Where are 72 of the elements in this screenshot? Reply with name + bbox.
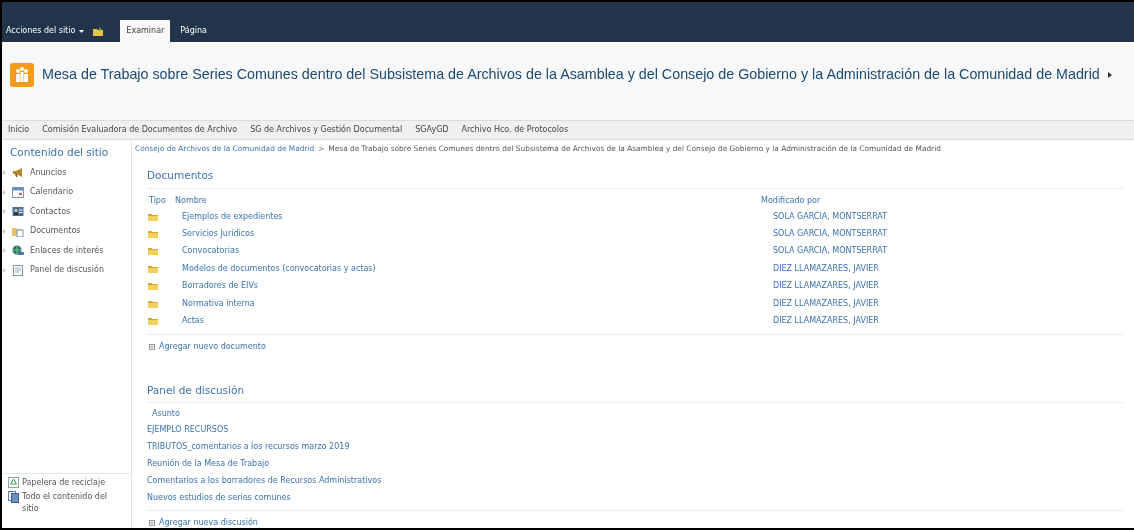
calendar-icon (12, 186, 24, 198)
user-link[interactable]: DIEZ LLAMAZARES, JAVIER (773, 297, 879, 310)
site-logo-icon (10, 63, 34, 87)
folder-icon[interactable] (92, 26, 105, 37)
top-nav-link[interactable]: Inicio (8, 124, 30, 136)
document-link[interactable]: Ejemplos de expedientes (171, 210, 773, 223)
discussion-link[interactable]: Comentarios a los borradores de Recursos Administrativos (147, 472, 382, 490)
folder-icon (148, 229, 158, 238)
site-content-icon (8, 491, 19, 503)
site-actions-menu[interactable]: Acciones del sitio (6, 20, 85, 42)
ribbon-tab[interactable]: Página (174, 20, 213, 42)
document-library-icon (12, 225, 24, 237)
folder-icon (148, 299, 158, 308)
site-title: Mesa de Trabajo sobre Series Comunes dentro del Subsistema de Archivos de la Asamblea y del Consejo de Gobierno y la Administración de la Comunidad de Madrid (42, 65, 1100, 85)
user-link[interactable]: SOLA GARCIA, MONTSERRAT (773, 227, 888, 240)
user-link[interactable]: DIEZ LLAMAZARES, JAVIER (773, 262, 879, 275)
quick-launch-link[interactable]: Anuncios (30, 166, 67, 179)
recycle-bin-icon (8, 477, 19, 488)
discussion-link[interactable]: Reunión de la Mesa de Trabajo (147, 455, 270, 473)
discussion-link[interactable]: EJEMPLO RECURSOS (147, 421, 229, 439)
quick-launch-link[interactable]: Calendario (30, 186, 74, 198)
folder-icon (148, 316, 158, 325)
user-link[interactable]: DIEZ LLAMAZARES, JAVIER (773, 280, 879, 293)
document-link[interactable]: Normativa interna (171, 297, 773, 310)
document-link[interactable]: Convocatorias (171, 245, 773, 258)
section-title[interactable]: Documentos (147, 168, 1123, 189)
quick-launch-link[interactable]: Contactos (30, 205, 71, 218)
expand-arrow-icon[interactable] (3, 209, 6, 214)
section-title[interactable]: Panel de discusión (147, 382, 1123, 404)
dropdown-caret-icon (79, 29, 85, 33)
expand-arrow-icon[interactable] (3, 170, 6, 175)
quick-launch-heading[interactable]: Contenido del sitio (2, 140, 131, 163)
column-header[interactable]: Modificado por (761, 194, 821, 207)
column-header[interactable]: Asunto (147, 406, 1123, 422)
megaphone-icon (12, 167, 24, 178)
document-link[interactable]: Borradores de EIVs (171, 280, 773, 293)
discussion-link[interactable]: Nuevos estudios de series comunes (147, 489, 291, 507)
expand-arrow-icon[interactable] (3, 267, 6, 273)
folder-icon (148, 282, 158, 291)
top-nav-link[interactable]: SGAyGD (415, 124, 449, 136)
document-link[interactable]: Actas (171, 314, 773, 327)
column-header[interactable]: Nombre (171, 194, 761, 207)
user-link[interactable]: SOLA GARCIA, MONTSERRAT (773, 210, 888, 223)
top-nav-link[interactable]: Comisión Evaluadora de Documentos de Archivo (42, 124, 238, 136)
quick-launch-link[interactable]: Papelera de reciclaje (22, 477, 106, 489)
globe-link-icon (12, 245, 24, 256)
quick-launch-link[interactable]: Todo el contenido del sitio (22, 491, 125, 515)
quick-launch-link[interactable]: Panel de discusión (30, 264, 104, 276)
add-icon (149, 343, 155, 350)
user-link[interactable]: SOLA GARCIA, MONTSERRAT (773, 245, 888, 258)
add-icon (149, 520, 155, 527)
expand-arrow-icon[interactable] (3, 189, 6, 195)
top-nav-link[interactable]: Archivo Hco. de Protocolos (461, 124, 569, 136)
user-link[interactable]: DIEZ LLAMAZARES, JAVIER (773, 314, 879, 327)
discussion-link[interactable]: TRIBUTOS_comentarios a los recursos marzo 2019 (147, 438, 350, 456)
expand-arrow-icon[interactable] (3, 248, 6, 253)
column-header[interactable]: Tipo (147, 194, 171, 207)
document-link[interactable]: Modelos de documentos (convocatorias y actas) (171, 262, 773, 275)
top-nav-link[interactable]: SG de Archivos y Gestión Documental (250, 124, 403, 136)
contact-card-icon (12, 206, 24, 217)
document-link[interactable]: Servicios Jurídicos (171, 227, 773, 240)
folder-icon (148, 212, 158, 221)
quick-launch-link[interactable]: Enlaces de interés (30, 244, 104, 257)
add-document-link[interactable]: Agregar nuevo documento (159, 340, 266, 353)
quick-launch-link[interactable]: Documentos (30, 225, 81, 237)
folder-icon (148, 247, 158, 256)
expand-arrow-icon[interactable] (3, 228, 6, 234)
ribbon-tab[interactable]: Examinar (120, 20, 171, 42)
discussion-board-icon (12, 264, 24, 276)
caret-icon[interactable] (1107, 72, 1112, 78)
folder-icon (148, 264, 158, 273)
add-discussion-link[interactable]: Agregar nueva discusión (159, 517, 258, 530)
